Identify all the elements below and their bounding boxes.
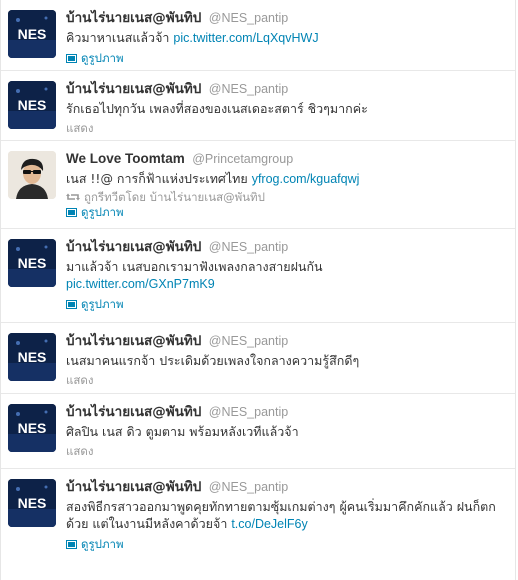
retweeted-by[interactable]: ถูกรีทวีตโดย บ้านไร่นายเนส@พันทิป: [66, 190, 505, 204]
view-photo-label: ดูรูปภาพ: [81, 537, 124, 551]
tweet-text-body: เนส !!@ การก็ฟ้าแห่งประเทศไทย: [66, 171, 252, 186]
nes-logo-icon: NES: [8, 10, 56, 58]
tweet-username[interactable]: @NES_pantip: [209, 334, 288, 348]
retweet-icon: [66, 193, 80, 201]
photo-icon: [66, 540, 77, 549]
tweet-link[interactable]: pic.twitter.com/GXnP7mK9: [66, 277, 215, 291]
tweet-item[interactable]: NES บ้านไร่นายเนส@พันทิป @NES_pantip เนส…: [1, 323, 515, 394]
tweet-fullname[interactable]: บ้านไร่นายเนส@พันทิป: [66, 239, 201, 255]
expand-button[interactable]: แสดง: [66, 373, 505, 387]
tweet-fullname[interactable]: บ้านไร่นายเนส@พันทิป: [66, 333, 201, 349]
svg-text:NES: NES: [18, 26, 47, 42]
expand-button[interactable]: แสดง: [66, 121, 505, 135]
tweet-link[interactable]: yfrog.com/kguafqwj: [252, 172, 360, 186]
nes-logo-icon: NES: [8, 333, 56, 381]
photo-icon: [66, 300, 77, 309]
nes-logo-icon: NES: [8, 239, 56, 287]
expand-button[interactable]: แสดง: [66, 444, 505, 458]
avatar[interactable]: NES: [8, 333, 56, 381]
tweet-link[interactable]: t.co/DeJelF6y: [231, 517, 307, 531]
avatar[interactable]: NES: [8, 81, 56, 129]
nes-logo-icon: NES: [8, 404, 56, 452]
tweet-item[interactable]: We Love Toomtam @Princetamgroup เนส !!@ …: [1, 141, 515, 229]
view-photo-button[interactable]: ดูรูปภาพ: [66, 297, 505, 311]
tweet-fullname[interactable]: We Love Toomtam: [66, 151, 185, 166]
view-photo-label: ดูรูปภาพ: [81, 297, 124, 311]
svg-text:NES: NES: [18, 97, 47, 113]
tweet-item[interactable]: NES บ้านไร่นายเนส@พันทิป @NES_pantip มาแ…: [1, 229, 515, 323]
tweet-timeline: NES บ้านไร่นายเนส@พันทิป @NES_pantip คิว…: [0, 0, 516, 580]
tweet-text: ศิลปิน เนส ดิว ตูมตาม พร้อมหลังเวทีแล้วจ…: [66, 424, 299, 439]
svg-text:NES: NES: [18, 495, 47, 511]
retweeted-by-label: ถูกรีทวีตโดย บ้านไร่นายเนส@พันทิป: [84, 190, 265, 204]
tweet-text: เนสมาคนแรกจ้า ประเดิมด้วยเพลงใจกลางความร…: [66, 353, 360, 368]
photo-icon: [66, 54, 77, 63]
view-photo-button[interactable]: ดูรูปภาพ: [66, 205, 505, 219]
tweet-username[interactable]: @NES_pantip: [209, 11, 288, 25]
tweet-username[interactable]: @Princetamgroup: [192, 152, 293, 166]
avatar[interactable]: NES: [8, 479, 56, 527]
tweet-link[interactable]: pic.twitter.com/LqXqvHWJ: [173, 31, 318, 45]
tweet-username[interactable]: @NES_pantip: [209, 82, 288, 96]
tweet-fullname[interactable]: บ้านไร่นายเนส@พันทิป: [66, 81, 201, 97]
avatar[interactable]: NES: [8, 239, 56, 287]
view-photo-button[interactable]: ดูรูปภาพ: [66, 51, 505, 65]
view-photo-button[interactable]: ดูรูปภาพ: [66, 537, 505, 551]
svg-text:NES: NES: [18, 255, 47, 271]
tweet-text-body: คิวมาหาเนสแล้วจ้า: [66, 30, 174, 45]
tweet-username[interactable]: @NES_pantip: [209, 405, 288, 419]
tweet-item[interactable]: NES บ้านไร่นายเนส@พันทิป @NES_pantip คิว…: [1, 0, 515, 71]
avatar[interactable]: NES: [8, 404, 56, 452]
person-avatar-icon: [8, 151, 56, 199]
tweet-text: เนส !!@ การก็ฟ้าแห่งประเทศไทย yfrog.com/…: [66, 170, 505, 188]
tweet-item[interactable]: NES บ้านไร่นายเนส@พันทิป @NES_pantip ศิล…: [1, 394, 515, 469]
tweet-fullname[interactable]: บ้านไร่นายเนส@พันทิป: [66, 404, 201, 420]
view-photo-label: ดูรูปภาพ: [81, 51, 124, 65]
svg-text:NES: NES: [18, 349, 47, 365]
tweet-item[interactable]: NES บ้านไร่นายเนส@พันทิป @NES_pantip รัก…: [1, 71, 515, 141]
nes-logo-icon: NES: [8, 81, 56, 129]
nes-logo-icon: NES: [8, 479, 56, 527]
tweet-text-body: มาแล้วจ้า เนสบอกเรามาฟังเพลงกลางสายฝนกัน: [66, 259, 323, 274]
tweet-fullname[interactable]: บ้านไร่นายเนส@พันทิป: [66, 479, 201, 495]
svg-text:NES: NES: [18, 420, 47, 436]
tweet-fullname[interactable]: บ้านไร่นายเนส@พันทิป: [66, 10, 201, 26]
tweet-text: มาแล้วจ้า เนสบอกเรามาฟังเพลงกลางสายฝนกัน…: [66, 258, 505, 293]
tweet-item[interactable]: NES บ้านไร่นายเนส@พันทิป @NES_pantip สอง…: [1, 469, 515, 580]
tweet-text: รักเธอไปทุกวัน เพลงที่สองของเนสเดอะสตาร์…: [66, 101, 368, 116]
tweet-text: สองพิธีกรสาวออกมาพูดคุยทักทายตามซุ้มเกมต…: [66, 498, 505, 533]
photo-icon: [66, 208, 77, 217]
avatar[interactable]: [8, 151, 56, 199]
tweet-username[interactable]: @NES_pantip: [209, 480, 288, 494]
avatar[interactable]: NES: [8, 10, 56, 58]
view-photo-label: ดูรูปภาพ: [81, 205, 124, 219]
tweet-text: คิวมาหาเนสแล้วจ้า pic.twitter.com/LqXqvH…: [66, 29, 505, 47]
tweet-username[interactable]: @NES_pantip: [209, 240, 288, 254]
